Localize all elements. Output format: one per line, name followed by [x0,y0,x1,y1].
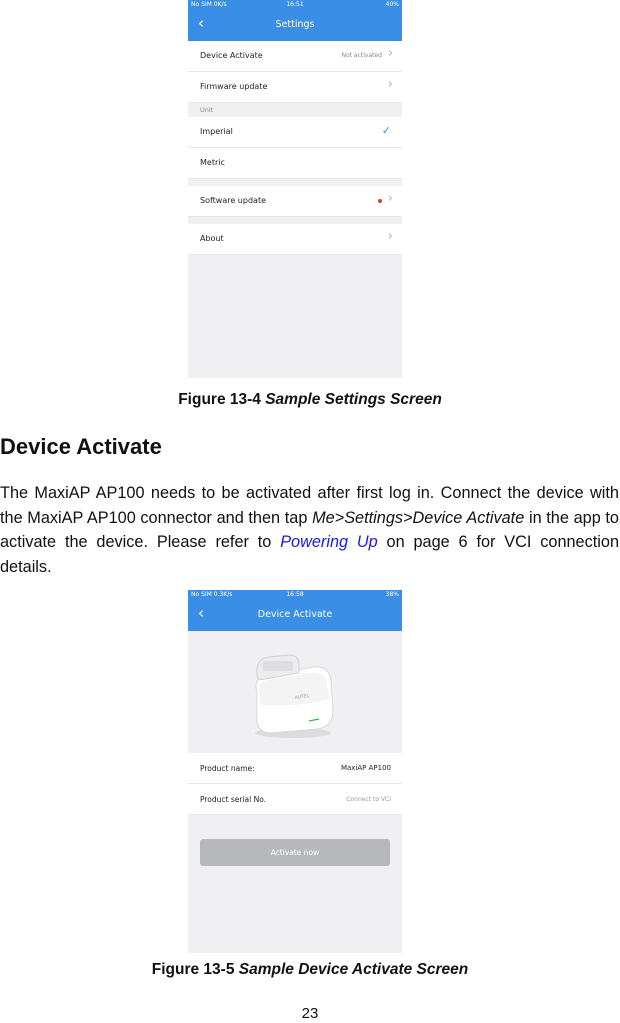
product-name-label: Product name: [200,764,255,773]
caption-title: Sample Settings Screen [265,391,442,408]
vci-device-image: AUTEL [255,654,334,738]
nav-bar: ‹ Settings [188,10,402,41]
device-image-area: AUTEL [188,631,402,753]
settings-row-firmware-update[interactable]: Firmware update › [188,72,402,103]
caption-prefix: Figure 13-4 [178,391,266,408]
activation-status: Not activated [341,52,383,59]
clock-text: 16:58 [286,591,304,598]
update-badge-dot [378,199,382,203]
row-label: Metric [200,158,225,167]
row-label: About [200,234,224,243]
settings-row-device-activate[interactable]: Device Activate Not activated › [188,41,402,72]
status-bar: No SIM 0.3K/s 16:58 38% [188,590,402,600]
settings-row-about[interactable]: About › [188,224,402,255]
chevron-right-icon: › [387,77,393,92]
menu-path: Me>Settings>Device Activate [312,508,525,527]
settings-row-metric[interactable]: Metric [188,148,402,179]
section-label: Unit [200,106,214,114]
settings-screen: No SIM 0K/s 16:51 40% ‹ Settings Device … [188,0,402,378]
settings-row-imperial[interactable]: Imperial ✓ [188,117,402,148]
body-paragraph: The MaxiAP AP100 needs to be activated a… [0,481,619,579]
chevron-right-icon: › [387,46,393,61]
row-label: Device Activate [200,51,263,60]
figure-caption: Figure 13-5 Sample Device Activate Scree… [0,961,620,979]
settings-row-software-update[interactable]: Software update › [188,186,402,217]
chevron-right-icon: › [387,229,393,244]
row-label: Imperial [200,127,233,136]
clock-text: 16:51 [286,1,304,8]
unit-section-header: Unit [188,103,402,117]
activate-now-button[interactable]: Activate now [200,839,390,866]
row-label: Firmware update [200,82,268,91]
serial-number-label: Product serial No. [200,795,267,804]
product-name-value: MaxiAP AP100 [340,764,391,772]
section-heading: Device Activate [0,434,162,459]
status-bar: No SIM 0K/s 16:51 40% [188,0,402,10]
nav-title: Device Activate [257,609,333,620]
checkmark-icon: ✓ [381,124,391,137]
battery-text: 40% [385,1,399,8]
product-name-row: Product name: MaxiAP AP100 [188,753,402,784]
caption-title: Sample Device Activate Screen [238,961,469,978]
nav-title: Settings [275,19,315,30]
caption-prefix: Figure 13-5 [151,961,239,978]
row-label: Software update [200,196,266,205]
serial-number-hint: Connect to VCI [346,796,391,803]
nav-bar: ‹ Device Activate [188,600,402,631]
battery-text: 38% [385,591,399,598]
serial-number-row: Product serial No. Connect to VCI [188,784,402,815]
figure-caption: Figure 13-4 Sample Settings Screen [0,391,620,409]
device-activate-screen: No SIM 0.3K/s 16:58 38% ‹ Device Activat… [188,590,402,953]
chevron-right-icon: › [387,191,393,206]
cross-reference-link[interactable]: Powering Up [280,533,378,551]
page-number: 23 [301,1005,319,1022]
